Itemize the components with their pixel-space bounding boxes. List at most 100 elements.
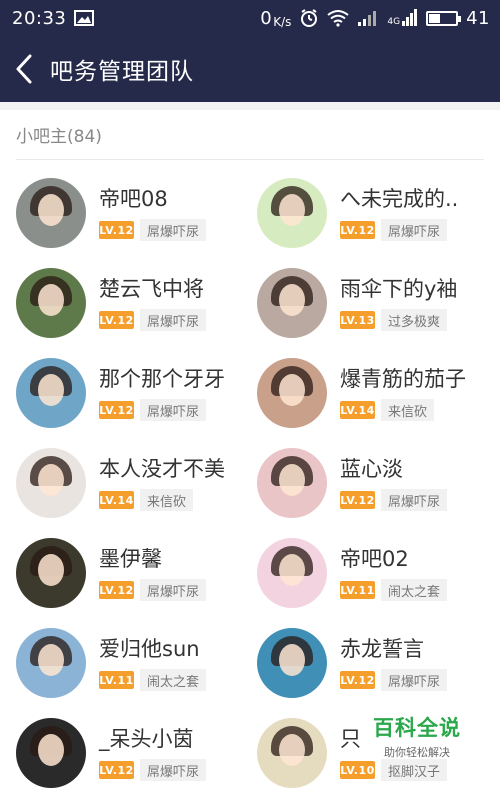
member-title-tag: 屌爆吓尿 — [140, 309, 207, 331]
member-item[interactable]: 爱归他sun LV.11 闹太之套 — [16, 618, 256, 708]
network-speed: 0 K/s — [260, 8, 291, 29]
alarm-icon — [301, 9, 318, 27]
member-title-tag: 屌爆吓尿 — [140, 399, 207, 421]
member-name[interactable]: _呆头小茵 — [99, 725, 206, 753]
member-tags: LV.14 来信砍 — [99, 489, 225, 511]
member-info: 爆青筋的茄子 LV.14 来信砍 — [340, 365, 466, 421]
avatar-face — [279, 644, 305, 676]
signal-icon — [358, 11, 377, 26]
watermark-subtitle: 助你轻松解决 — [384, 746, 450, 759]
member-item[interactable]: 赤龙誓言 LV.12 屌爆吓尿 — [257, 618, 497, 708]
status-right: 0 K/s 4G 41 — [260, 8, 490, 29]
avatar[interactable] — [257, 718, 327, 788]
member-name[interactable]: 墨伊馨 — [99, 545, 206, 573]
member-tags: LV.12 屌爆吓尿 — [99, 219, 207, 241]
avatar[interactable] — [257, 268, 327, 338]
back-button[interactable] — [14, 49, 44, 89]
member-info: 楚云飞中将 LV.12 屌爆吓尿 — [99, 275, 207, 331]
avatar-face — [38, 644, 64, 676]
member-title-tag: 过多极爽 — [381, 309, 448, 331]
avatar[interactable] — [16, 448, 86, 518]
member-title-tag: 屌爆吓尿 — [140, 579, 207, 601]
battery-fill — [429, 13, 440, 23]
member-item[interactable]: 墨伊馨 LV.12 屌爆吓尿 — [16, 528, 256, 618]
watermark-title: 百科全说 — [373, 716, 461, 740]
member-title-tag: 屌爆吓尿 — [381, 219, 448, 241]
member-item[interactable]: 本人没才不美 LV.14 来信砍 — [16, 438, 256, 528]
member-tags: LV.12 屌爆吓尿 — [99, 759, 207, 781]
member-name[interactable]: 蓝心淡 — [340, 455, 447, 483]
page-title: 吧务管理团队 — [50, 59, 194, 85]
status-bar: 20:33 0 K/s 4G 41 — [0, 0, 500, 36]
level-badge: LV.11 — [340, 581, 375, 599]
member-name[interactable]: 本人没才不美 — [99, 455, 225, 483]
member-info: 本人没才不美 LV.14 来信砍 — [99, 455, 225, 511]
battery-icon — [426, 10, 462, 26]
member-item[interactable]: 那个那个牙牙 LV.12 屌爆吓尿 — [16, 348, 256, 438]
member-tags: LV.12 屌爆吓尿 — [99, 579, 207, 601]
avatar[interactable] — [16, 718, 86, 788]
member-name[interactable]: 帝吧02 — [340, 545, 447, 573]
avatar[interactable] — [257, 538, 327, 608]
member-tags: LV.13 过多极爽 — [340, 309, 457, 331]
member-item[interactable]: 蓝心淡 LV.12 屌爆吓尿 — [257, 438, 497, 528]
member-name[interactable]: 雨伞下的y袖 — [340, 275, 457, 303]
avatar-face — [279, 734, 305, 766]
member-tags: LV.12 屌爆吓尿 — [340, 219, 458, 241]
level-badge: LV.12 — [99, 581, 134, 599]
member-title-tag: 来信砍 — [140, 489, 194, 511]
avatar-face — [279, 554, 305, 586]
member-name[interactable]: 帝吧08 — [99, 185, 206, 213]
avatar[interactable] — [16, 538, 86, 608]
avatar[interactable] — [257, 178, 327, 248]
avatar[interactable] — [16, 628, 86, 698]
member-name[interactable]: 那个那个牙牙 — [99, 365, 225, 393]
battery-level: 41 — [466, 7, 490, 29]
status-time: 20:33 — [12, 7, 67, 29]
member-name[interactable]: 爆青筋的茄子 — [340, 365, 466, 393]
member-item[interactable]: へ未完成的.. LV.12 屌爆吓尿 — [257, 168, 497, 258]
nav-bar: 吧务管理团队 — [0, 36, 500, 102]
level-badge: LV.12 — [340, 671, 375, 689]
member-tags: LV.11 闹太之套 — [99, 669, 207, 691]
level-badge: LV.12 — [99, 311, 134, 329]
member-tags: LV.12 屌爆吓尿 — [340, 489, 448, 511]
content-area: 小吧主(84) 帝吧08 LV.12 屌爆吓尿 へ未完成的.. LV.12 屌爆吓尿 楚云飞… — [0, 102, 500, 790]
member-item[interactable]: 帝吧02 LV.11 闹太之套 — [257, 528, 497, 618]
member-name[interactable]: へ未完成的.. — [340, 185, 458, 213]
avatar[interactable] — [16, 268, 86, 338]
member-name[interactable]: 楚云飞中将 — [99, 275, 206, 303]
member-title-tag: 闹太之套 — [381, 579, 448, 601]
member-name[interactable]: 爱归他sun — [99, 635, 206, 663]
avatar-face — [279, 284, 305, 316]
member-item[interactable]: 爆青筋的茄子 LV.14 来信砍 — [257, 348, 497, 438]
wifi-icon — [327, 10, 350, 27]
signal-4g-icon — [402, 9, 418, 26]
avatar[interactable] — [257, 628, 327, 698]
avatar[interactable] — [16, 358, 86, 428]
level-badge: LV.14 — [99, 491, 134, 509]
member-item[interactable]: 雨伞下的y袖 LV.13 过多极爽 — [257, 258, 497, 348]
member-title-tag: 来信砍 — [381, 399, 435, 421]
member-info: 爱归他sun LV.11 闹太之套 — [99, 635, 207, 691]
member-tags: LV.12 屌爆吓尿 — [99, 399, 225, 421]
level-badge: LV.13 — [340, 311, 375, 329]
section-title: 小吧主(84) — [16, 127, 102, 147]
level-badge: LV.11 — [99, 671, 134, 689]
avatar-face — [38, 464, 64, 496]
member-item[interactable]: _呆头小茵 LV.12 屌爆吓尿 — [16, 708, 256, 790]
member-tags: LV.12 屌爆吓尿 — [99, 309, 207, 331]
member-name[interactable]: 赤龙誓言 — [340, 635, 447, 663]
avatar[interactable] — [16, 178, 86, 248]
member-info: 雨伞下的y袖 LV.13 过多极爽 — [340, 275, 457, 331]
member-title-tag: 屌爆吓尿 — [140, 219, 207, 241]
chevron-left-icon — [16, 54, 32, 84]
member-item[interactable]: 楚云飞中将 LV.12 屌爆吓尿 — [16, 258, 256, 348]
avatar-face — [38, 734, 64, 766]
member-title-tag: 屌爆吓尿 — [140, 759, 207, 781]
avatar[interactable] — [257, 448, 327, 518]
member-tags: LV.12 屌爆吓尿 — [340, 669, 448, 691]
avatar[interactable] — [257, 358, 327, 428]
member-item[interactable]: 帝吧08 LV.12 屌爆吓尿 — [16, 168, 256, 258]
signal-4g-group: 4G — [387, 9, 418, 27]
